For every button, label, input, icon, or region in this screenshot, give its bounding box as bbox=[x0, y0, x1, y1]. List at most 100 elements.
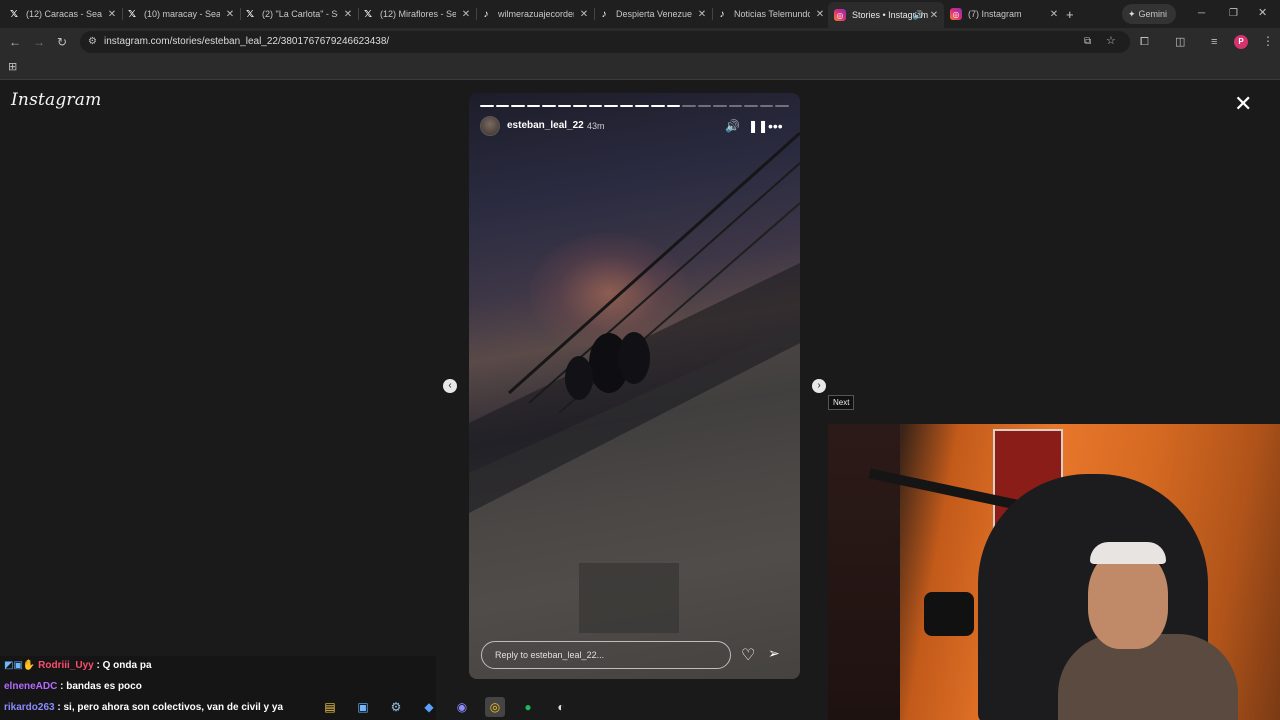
next-tooltip: Next bbox=[828, 395, 855, 410]
send-icon[interactable]: ➢ bbox=[768, 645, 780, 662]
volume-icon[interactable]: 🔊 bbox=[725, 119, 740, 133]
sparkle-icon: ✦ bbox=[1128, 8, 1136, 19]
site-info-icon[interactable]: ⚙ bbox=[88, 36, 97, 48]
reply-placeholder: Reply to esteban_leal_22... bbox=[495, 650, 605, 660]
media-control-icon[interactable]: ≡ bbox=[1211, 36, 1217, 48]
story-progress-segment bbox=[557, 105, 572, 107]
browser-toolbar: ← → ↻ ⚙ instagram.com/stories/esteban_le… bbox=[0, 28, 1280, 56]
profile-avatar[interactable]: P bbox=[1234, 35, 1248, 49]
forward-icon[interactable]: → bbox=[33, 36, 45, 48]
browser-tab-7[interactable]: ♪ Noticias Telemundo ✕ bbox=[716, 4, 826, 24]
chat-text: bandas es poco bbox=[66, 681, 142, 692]
close-icon[interactable]: ✕ bbox=[928, 10, 940, 21]
story-header: esteban_leal_22 43m 🔊 ❚❚ ••• bbox=[480, 116, 789, 138]
chat-username: Rodriii_Uyy bbox=[38, 660, 94, 671]
avatar[interactable] bbox=[480, 116, 500, 136]
tab-title: Despierta Venezuela bbox=[616, 9, 692, 19]
new-tab-button[interactable]: + bbox=[1066, 4, 1080, 24]
browser-tab-5[interactable]: ♪ wilmerazuajecordero ✕ bbox=[480, 4, 590, 24]
file-explorer-icon[interactable]: ▤ bbox=[320, 697, 340, 717]
webcam-streamer-face bbox=[1088, 549, 1168, 649]
story-progress-segment bbox=[588, 105, 603, 107]
chat-text: Q onda pa bbox=[102, 660, 152, 671]
pause-icon[interactable]: ❚❚ bbox=[748, 119, 768, 133]
extensions-icon[interactable]: ⧠ bbox=[1140, 36, 1149, 48]
x-logo-icon: 𝕏 bbox=[363, 8, 373, 20]
story-progress-segment bbox=[651, 105, 665, 107]
tab-title: Noticias Telemundo bbox=[734, 9, 810, 19]
spotify-icon[interactable]: ● bbox=[518, 697, 538, 717]
tab-title: (12) Miraflores - Search bbox=[380, 9, 456, 19]
heart-icon[interactable]: ♡ bbox=[741, 645, 755, 665]
close-icon[interactable]: ✕ bbox=[1048, 9, 1060, 20]
story-media[interactable]: esteban_leal_22 43m 🔊 ❚❚ ••• Reply to es… bbox=[469, 93, 800, 679]
browser-tab-6[interactable]: ♪ Despierta Venezuela ✕ bbox=[598, 4, 708, 24]
install-app-icon[interactable]: ⧉ bbox=[1084, 36, 1091, 48]
gemini-label: Gemini bbox=[1138, 9, 1168, 19]
obs-icon[interactable]: ◐ bbox=[551, 697, 571, 717]
story-scene bbox=[469, 131, 800, 679]
close-icon[interactable]: ✕ bbox=[224, 9, 236, 20]
close-icon[interactable]: ✕ bbox=[814, 9, 826, 20]
story-progress-segment bbox=[728, 105, 743, 107]
story-username[interactable]: esteban_leal_22 bbox=[507, 120, 584, 131]
webcam-wall-art bbox=[828, 424, 900, 720]
window-close-icon[interactable]: ✕ bbox=[1258, 7, 1267, 19]
browser-tab-8-active[interactable]: ◎ Stories • Instagram 🔊 ✕ bbox=[828, 2, 944, 28]
gemini-button[interactable]: ✦ Gemini bbox=[1122, 4, 1176, 24]
bookmark-star-icon[interactable]: ☆ bbox=[1106, 35, 1116, 47]
chat-username: elneneADC bbox=[4, 681, 58, 692]
steam-icon[interactable]: ⚙ bbox=[386, 697, 406, 717]
x-logo-icon: 𝕏 bbox=[127, 8, 137, 20]
close-icon[interactable]: ✕ bbox=[578, 9, 590, 20]
browser-tab-9[interactable]: ◎ (7) Instagram ✕ bbox=[950, 4, 1060, 24]
minimize-icon[interactable]: ─ bbox=[1198, 8, 1205, 20]
x-logo-icon: 𝕏 bbox=[9, 8, 19, 20]
close-icon[interactable]: ✕ bbox=[106, 9, 118, 20]
apps-grid-icon[interactable]: ⊞ bbox=[8, 61, 17, 73]
address-bar[interactable]: ⚙ instagram.com/stories/esteban_leal_22/… bbox=[80, 31, 1130, 53]
instagram-icon: ◎ bbox=[950, 8, 962, 20]
store-icon[interactable]: ▣ bbox=[353, 697, 373, 717]
close-icon[interactable]: ✕ bbox=[342, 9, 354, 20]
story-progress-segment bbox=[511, 105, 525, 107]
x-logo-icon: 𝕏 bbox=[245, 8, 255, 20]
reload-icon[interactable]: ↻ bbox=[57, 36, 67, 48]
more-menu-icon[interactable]: ⋮ bbox=[1262, 35, 1274, 47]
webcam-microphone bbox=[924, 592, 974, 636]
discord-icon[interactable]: ◉ bbox=[452, 697, 472, 717]
tiktok-icon: ♪ bbox=[483, 8, 489, 20]
browser-tab-1[interactable]: 𝕏 (12) Caracas - Search ✕ bbox=[8, 4, 118, 24]
instagram-logo[interactable]: Instagram bbox=[11, 90, 101, 110]
more-options-icon[interactable]: ••• bbox=[768, 119, 783, 133]
side-panel-icon[interactable]: ◫ bbox=[1175, 36, 1185, 48]
restore-icon[interactable]: ❐ bbox=[1229, 8, 1238, 20]
browser-tab-3[interactable]: 𝕏 (2) "La Carlota" - Search ✕ bbox=[244, 4, 354, 24]
url-text: instagram.com/stories/esteban_leal_22/38… bbox=[104, 36, 390, 47]
tab-title: (7) Instagram bbox=[968, 9, 1022, 19]
story-progress-segment bbox=[682, 105, 696, 107]
story-progress-segment bbox=[666, 105, 681, 107]
tiktok-icon: ♪ bbox=[719, 8, 725, 20]
story-progress-segment bbox=[542, 105, 556, 107]
next-story-button[interactable]: › bbox=[812, 379, 826, 393]
browser-tab-2[interactable]: 𝕏 (10) maracay - Search ✕ bbox=[126, 4, 236, 24]
back-icon[interactable]: ← bbox=[9, 36, 21, 48]
chat-message: rikardo263 : si, pero ahora son colectiv… bbox=[4, 702, 284, 713]
story-progress-segment bbox=[635, 105, 650, 107]
speaker-icon[interactable]: 🔊 bbox=[913, 10, 924, 21]
reply-input[interactable]: Reply to esteban_leal_22... bbox=[481, 641, 731, 669]
close-story-icon[interactable]: ✕ bbox=[1234, 93, 1252, 115]
previous-story-button[interactable]: ‹ bbox=[443, 379, 457, 393]
browser-tab-4[interactable]: 𝕏 (12) Miraflores - Search ✕ bbox=[362, 4, 472, 24]
chrome-icon[interactable]: ◎ bbox=[485, 697, 505, 717]
chat-message: ◩▣✋ Rodriii_Uyy : Q onda pa bbox=[4, 660, 152, 671]
chat-message: elneneADC : bandas es poco bbox=[4, 681, 142, 692]
close-icon[interactable]: ✕ bbox=[696, 9, 708, 20]
app-icon[interactable]: ◆ bbox=[419, 697, 439, 717]
close-icon[interactable]: ✕ bbox=[460, 9, 472, 20]
chat-badges: ◩▣✋ bbox=[4, 660, 36, 671]
story-progress-segment bbox=[697, 105, 712, 107]
tiktok-icon: ♪ bbox=[601, 8, 607, 20]
instagram-icon: ◎ bbox=[834, 9, 846, 21]
